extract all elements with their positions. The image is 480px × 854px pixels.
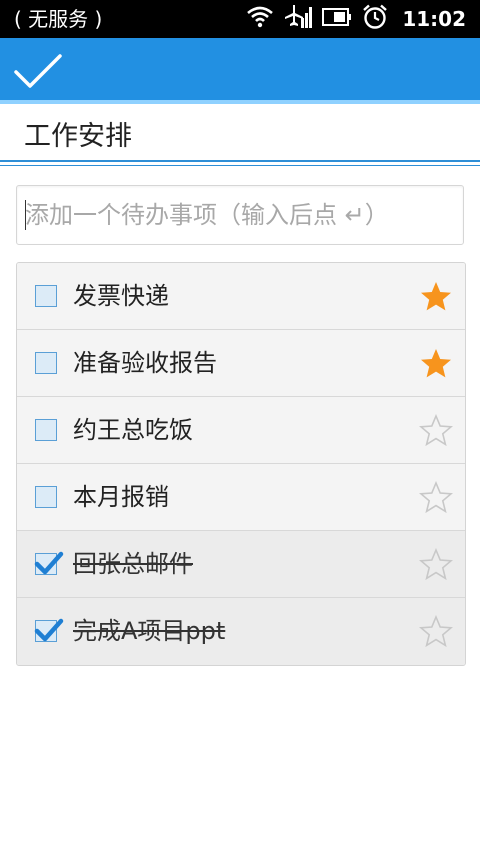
todo-label: 发票快递 <box>73 282 169 310</box>
todo-list: 发票快递准备验收报告 约王总吃饭本月报销回张总邮件完成A项目ppt <box>16 262 466 666</box>
status-icons: 11:02 <box>246 4 466 34</box>
todo-label: 完成A项目ppt <box>73 617 226 645</box>
checkbox[interactable] <box>35 285 57 307</box>
battery-icon <box>322 7 352 31</box>
todo-item[interactable]: 约王总吃饭 <box>17 397 465 464</box>
wifi-icon <box>246 5 274 33</box>
checkmark-icon <box>14 54 62 88</box>
star-outline-icon[interactable] <box>419 413 453 447</box>
action-bar <box>0 38 480 104</box>
todo-label: 本月报销 <box>73 483 169 511</box>
star-filled-icon[interactable] <box>419 347 453 379</box>
new-todo-input[interactable] <box>25 186 455 244</box>
star-filled-icon[interactable] <box>419 280 453 312</box>
clock-time: 11:02 <box>402 7 466 31</box>
airplane-mode-icon <box>284 4 313 34</box>
check-icon <box>34 618 64 642</box>
todo-label: 准备验收报告 <box>73 349 217 377</box>
alarm-icon <box>362 4 388 34</box>
todo-item[interactable]: 发票快递 <box>17 263 465 330</box>
star-outline-icon[interactable] <box>419 480 453 514</box>
title-divider <box>0 160 480 162</box>
status-bar: ( 无服务 ) 11:02 <box>0 0 480 38</box>
todo-item[interactable]: 本月报销 <box>17 464 465 531</box>
check-icon <box>34 551 64 575</box>
checkbox[interactable] <box>35 352 57 374</box>
todo-item[interactable]: 准备验收报告 <box>17 330 465 397</box>
todo-item[interactable]: 完成A项目ppt <box>17 598 465 665</box>
checkbox[interactable] <box>35 419 57 441</box>
checkbox[interactable] <box>35 486 57 508</box>
page-title: 工作安排 <box>24 121 132 152</box>
star-outline-icon[interactable] <box>419 547 453 581</box>
title-divider-thin <box>0 165 480 166</box>
carrier-label: ( 无服务 ) <box>14 7 103 31</box>
checkbox-checked[interactable] <box>34 618 64 642</box>
list-title-area: 工作安排 <box>0 104 480 166</box>
todo-item[interactable]: 回张总邮件 <box>17 531 465 598</box>
star-outline-icon[interactable] <box>419 614 453 648</box>
todo-label: 约王总吃饭 <box>73 416 193 444</box>
todo-label: 回张总邮件 <box>73 550 193 578</box>
checkbox-checked[interactable] <box>34 551 64 575</box>
done-button[interactable] <box>10 46 66 94</box>
new-todo-field[interactable] <box>16 185 464 245</box>
